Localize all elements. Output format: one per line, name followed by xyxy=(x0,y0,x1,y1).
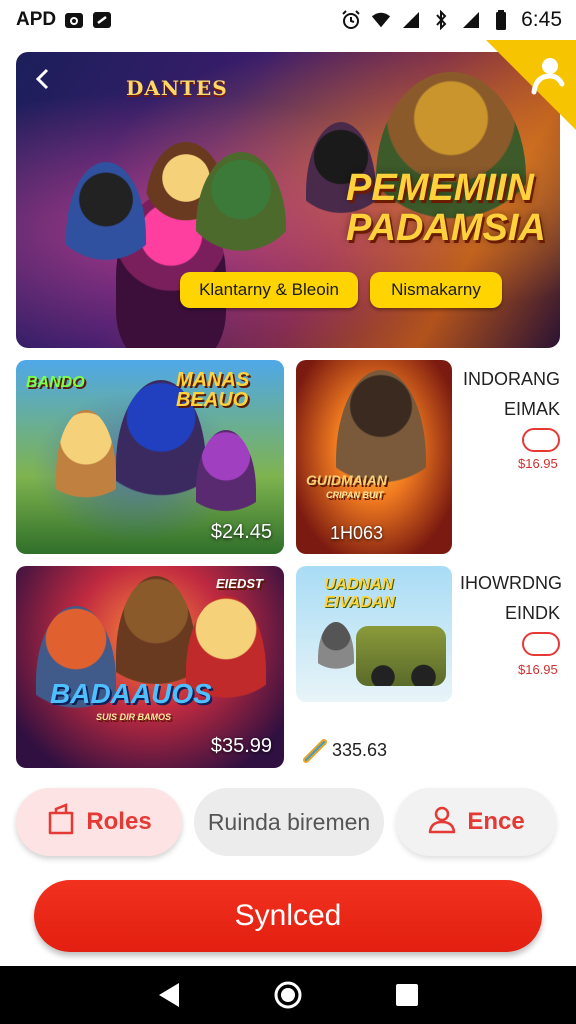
side-info: IHOWRDNG EINDK xyxy=(460,568,562,628)
nav-recents-icon[interactable] xyxy=(387,975,427,1015)
favorite-button[interactable] xyxy=(522,428,560,452)
card-logo-left: BANDO xyxy=(26,374,85,391)
card-character xyxy=(56,410,116,540)
bluetooth-icon xyxy=(431,10,451,30)
card-vehicle xyxy=(356,626,446,686)
card-subtitle: SUIS DIR BAMOS xyxy=(96,712,172,722)
nav-back-icon[interactable] xyxy=(149,975,189,1015)
card-subtitle: CRIPAN BUIT xyxy=(326,490,384,500)
card-character xyxy=(318,622,354,692)
ence-label: Ence xyxy=(467,808,525,835)
card-title: GUIDMAIAN xyxy=(306,472,387,488)
side-price: $16.95 xyxy=(518,662,558,677)
roles-label: Roles xyxy=(86,808,152,835)
side-info-title: INDORANG xyxy=(462,369,560,389)
game-card[interactable]: UADNAN EIVADAN xyxy=(296,566,452,702)
side-price: $16.95 xyxy=(518,456,558,471)
status-bar: APD 6:45 xyxy=(0,0,576,40)
card-character xyxy=(186,596,266,746)
card-title: BADAAUOS xyxy=(50,678,212,709)
card-price: 1H063 xyxy=(330,523,384,543)
user-icon xyxy=(427,804,457,841)
carrier-label: APD xyxy=(16,9,57,30)
link-icon xyxy=(92,10,112,30)
game-card[interactable]: EIEDST BADAAUOS SUIS DIR BAMOS $35.99 xyxy=(16,566,284,768)
card-logo-right: MANAS BEAUO xyxy=(176,369,250,411)
battery-icon xyxy=(491,10,511,30)
status-right: 6:45 xyxy=(341,8,562,32)
status-left: APD xyxy=(16,9,112,31)
side-info-subtitle: EINDK xyxy=(504,603,560,623)
card-corner-logo: EIEDST xyxy=(216,576,263,591)
alarm-icon xyxy=(341,10,361,30)
favorite-button[interactable] xyxy=(522,632,560,656)
hero-character xyxy=(66,162,146,312)
hero-title: PEMEMIIN PADAMSIA xyxy=(346,167,546,249)
side-info: INDORANG EIMAK xyxy=(460,364,560,424)
search-label: Ruinda biremen xyxy=(207,808,371,835)
card-title: UADNAN EIVADAN xyxy=(324,576,395,611)
nav-home-icon[interactable] xyxy=(268,975,308,1015)
roles-button[interactable]: Roles xyxy=(16,788,182,856)
card-price: $24.45 xyxy=(210,521,272,543)
profile-badge[interactable] xyxy=(466,40,576,150)
system-nav-bar xyxy=(0,966,576,1024)
signal-icon xyxy=(461,10,481,30)
hero-logo: DANTES xyxy=(126,76,228,100)
ence-button[interactable]: Ence xyxy=(396,788,556,856)
back-arrow-icon[interactable] xyxy=(30,66,58,94)
hero-chip-left[interactable]: Klantarny & Bleoin xyxy=(180,272,358,308)
card-price: $35.99 xyxy=(210,735,272,757)
signal-icon xyxy=(401,10,421,30)
hero-chip-right[interactable]: Nismakarny xyxy=(370,272,502,308)
game-card[interactable]: GUIDMAIAN CRIPAN BUIT 1H063 xyxy=(296,360,452,554)
bag-icon xyxy=(46,802,76,842)
side-info-subtitle: EIMAK xyxy=(503,399,560,419)
rocket-icon xyxy=(302,736,330,764)
camera-icon xyxy=(64,10,84,30)
game-card[interactable]: BANDO MANAS BEAUO $24.45 xyxy=(16,360,284,554)
search-pill[interactable]: Ruinda biremen xyxy=(194,788,384,856)
card-price: 335.63 xyxy=(332,740,388,760)
side-info-title: IHOWRDNG xyxy=(460,573,562,593)
wifi-icon xyxy=(371,10,391,30)
primary-button[interactable]: Synlced xyxy=(34,880,542,952)
clock: 6:45 xyxy=(521,8,562,31)
